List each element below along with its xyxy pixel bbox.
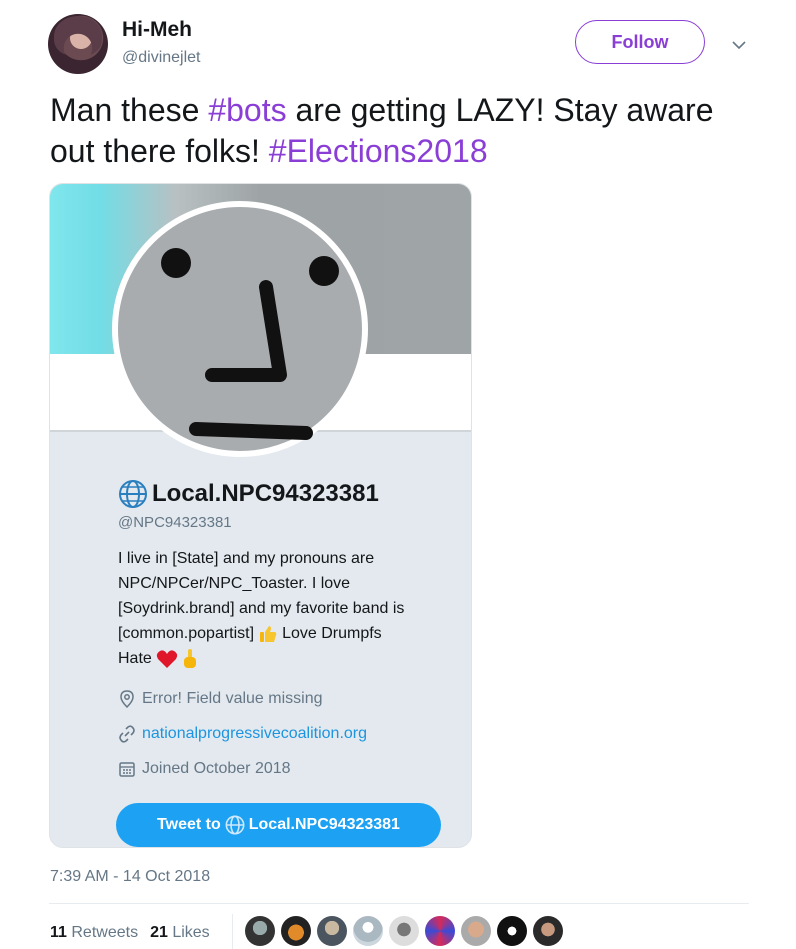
globe-icon <box>225 815 245 835</box>
card-location: Error! Field value missing <box>118 690 323 708</box>
liker-avatar[interactable] <box>425 916 455 946</box>
tweet-to-button: Tweet to Local.NPC94323381 <box>116 803 441 847</box>
npc-face-icon <box>161 248 339 440</box>
calendar-icon <box>119 762 135 777</box>
user-handle[interactable]: @divinejlet <box>122 49 201 67</box>
heart-icon <box>156 649 177 668</box>
liker-avatar[interactable] <box>461 916 491 946</box>
hashtag-link[interactable]: #Elections2018 <box>269 133 488 169</box>
tweet-text-part: Man these <box>50 92 209 128</box>
likes-count: 21 <box>150 924 168 941</box>
tweet-timestamp[interactable]: 7:39 AM - 14 Oct 2018 <box>50 868 210 886</box>
display-name[interactable]: Hi-Meh <box>122 18 192 42</box>
likes-stat[interactable]: 21 Likes <box>150 924 210 942</box>
middle-finger-icon <box>183 648 196 668</box>
liker-avatar[interactable] <box>497 916 527 946</box>
globe-icon <box>119 480 147 508</box>
website-link: nationalprogressivecoalition.org <box>142 725 368 742</box>
divider <box>232 914 233 949</box>
npc-avatar <box>112 201 368 457</box>
liker-avatar[interactable] <box>533 916 563 946</box>
card-name-text: Local.NPC94323381 <box>152 480 379 507</box>
tweet-to-name: Local.NPC94323381 <box>248 816 400 833</box>
tweet-stats: 11 Retweets 21 Likes <box>50 924 210 942</box>
hashtag-link[interactable]: #bots <box>208 92 286 128</box>
card-profile-name: Local.NPC94323381 <box>118 479 379 509</box>
liker-avatar[interactable] <box>281 916 311 946</box>
link-icon <box>119 725 135 743</box>
liker-avatar[interactable] <box>245 916 275 946</box>
tweet-text: Man these #bots are getting LAZY! Stay a… <box>50 90 750 172</box>
location-text: Error! Field value missing <box>142 690 323 707</box>
bio-line: Love Drumpfs <box>282 625 382 642</box>
divider <box>49 903 749 904</box>
thumbs-up-icon <box>260 625 277 642</box>
card-joined: Joined October 2018 <box>118 760 291 778</box>
bio-line: [Soydrink.brand] and my favorite band is <box>118 600 405 617</box>
liker-avatar[interactable] <box>353 916 383 946</box>
retweets-stat[interactable]: 11 Retweets <box>50 924 138 942</box>
bio-line: [common.popartist] <box>118 625 255 642</box>
retweets-count: 11 <box>50 924 67 941</box>
bio-line: I live in [State] and my pronouns are <box>118 550 375 567</box>
liker-avatars <box>245 916 563 946</box>
retweets-label: Retweets <box>71 924 139 941</box>
bio-line: NPC/NPCer/NPC_Toaster. I love <box>118 575 351 592</box>
likes-label: Likes <box>172 924 210 941</box>
location-pin-icon <box>120 690 134 708</box>
bio-line: Hate <box>118 650 152 667</box>
attached-image-card[interactable]: Local.NPC94323381 @NPC94323381 I live in… <box>49 183 472 848</box>
card-bio: I live in [State] and my pronouns are NP… <box>118 546 438 671</box>
liker-avatar[interactable] <box>317 916 347 946</box>
joined-text: Joined October 2018 <box>142 760 291 777</box>
tweet-to-prefix: Tweet to <box>157 816 221 833</box>
follow-button[interactable]: Follow <box>575 20 705 64</box>
card-website: nationalprogressivecoalition.org <box>118 725 367 743</box>
liker-avatar[interactable] <box>389 916 419 946</box>
card-profile-handle: @NPC94323381 <box>118 514 232 531</box>
chevron-down-icon[interactable] <box>730 36 748 54</box>
user-avatar[interactable] <box>48 14 108 74</box>
